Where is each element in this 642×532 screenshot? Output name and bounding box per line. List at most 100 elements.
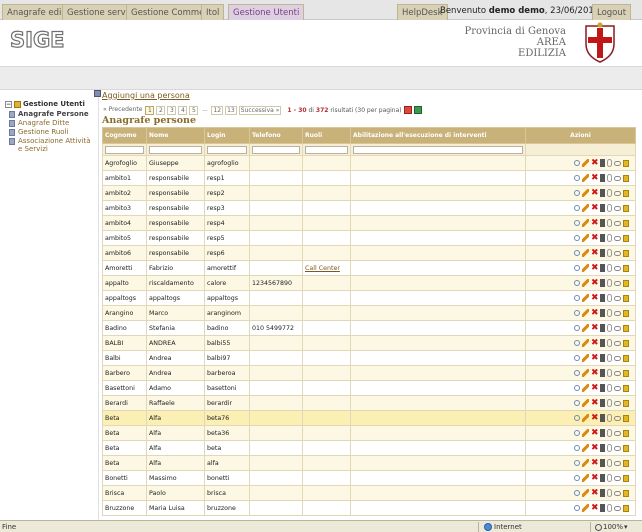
table-row[interactable]: ambito5 responsabile resp5 ✖ <box>102 230 636 246</box>
table-row[interactable]: Bruzzone Maria Luisa bruzzone ✖ <box>102 500 636 516</box>
view-icon[interactable] <box>574 235 580 241</box>
lock-icon[interactable] <box>623 459 629 467</box>
link-icon[interactable] <box>614 415 621 421</box>
tab-gestione-utenti[interactable]: Gestione Utenti <box>228 4 305 20</box>
attachment-icon[interactable] <box>607 399 612 407</box>
lock-icon[interactable] <box>623 174 629 182</box>
delete-icon[interactable]: ✖ <box>591 369 599 378</box>
trash-icon[interactable] <box>600 384 605 392</box>
trash-icon[interactable] <box>600 414 605 422</box>
attachment-icon[interactable] <box>607 444 612 452</box>
link-icon[interactable] <box>614 265 621 271</box>
link-icon[interactable] <box>614 490 621 496</box>
delete-icon[interactable]: ✖ <box>591 234 599 243</box>
link-icon[interactable] <box>614 280 621 286</box>
table-row[interactable]: appaltogs appaltogs appaltogs ✖ <box>102 290 636 306</box>
delete-icon[interactable]: ✖ <box>591 249 599 258</box>
page-link[interactable]: 12 <box>211 105 224 115</box>
attachment-icon[interactable] <box>607 354 612 362</box>
sidebar-root[interactable]: − Gestione Utenti <box>5 100 95 108</box>
table-row[interactable]: Basettoni Adamo basettoni ✖ <box>102 380 636 396</box>
trash-icon[interactable] <box>600 444 605 452</box>
table-row[interactable]: Barbero Andrea barberoa ✖ <box>102 365 636 381</box>
export-pdf-icon[interactable] <box>403 106 412 114</box>
lock-icon[interactable] <box>623 399 629 407</box>
filter-telefono-input[interactable] <box>252 145 300 154</box>
edit-icon[interactable] <box>582 429 589 437</box>
view-icon[interactable] <box>574 175 580 181</box>
link-icon[interactable] <box>614 160 621 166</box>
table-row[interactable]: Beta Alfa alfa ✖ <box>102 455 636 471</box>
delete-icon[interactable]: ✖ <box>591 489 599 498</box>
lock-icon[interactable] <box>623 279 629 287</box>
edit-icon[interactable] <box>582 204 589 212</box>
attachment-icon[interactable] <box>607 369 612 377</box>
lock-icon[interactable] <box>623 264 629 272</box>
view-icon[interactable] <box>574 205 580 211</box>
table-row[interactable]: Beta Alfa beta ✖ <box>102 440 636 456</box>
attachment-icon[interactable] <box>607 489 612 497</box>
attachment-icon[interactable] <box>607 324 612 332</box>
link-icon[interactable] <box>614 235 621 241</box>
filter-ruoli-input[interactable] <box>305 145 348 154</box>
tab-itol[interactable]: Itol <box>201 4 225 20</box>
view-icon[interactable] <box>574 415 580 421</box>
page-link[interactable]: 4 <box>178 105 188 115</box>
edit-icon[interactable] <box>582 384 589 392</box>
trash-icon[interactable] <box>600 279 605 287</box>
role-link[interactable]: Call Center <box>305 265 340 272</box>
trash-icon[interactable] <box>600 174 605 182</box>
delete-icon[interactable]: ✖ <box>591 159 599 168</box>
link-icon[interactable] <box>614 205 621 211</box>
trash-icon[interactable] <box>600 204 605 212</box>
view-icon[interactable] <box>574 430 580 436</box>
sidebar-item-anagrafe-persone[interactable]: Anagrafe Persone <box>9 110 95 118</box>
link-icon[interactable] <box>614 295 621 301</box>
attachment-icon[interactable] <box>607 279 612 287</box>
prev-page-link[interactable]: « Precedente <box>102 106 143 115</box>
logout-button[interactable]: Logout <box>592 4 632 20</box>
edit-icon[interactable] <box>582 159 589 167</box>
table-row[interactable]: Bonetti Massimo bonetti ✖ <box>102 470 636 486</box>
view-icon[interactable] <box>574 295 580 301</box>
col-abilitazione[interactable]: Abilitazione all'esecuzione di intervent… <box>350 127 526 144</box>
link-icon[interactable] <box>614 190 621 196</box>
table-row[interactable]: ambito4 responsabile resp4 ✖ <box>102 215 636 231</box>
col-nome[interactable]: Nome <box>146 127 205 144</box>
table-row[interactable]: ambito6 responsabile resp6 ✖ <box>102 245 636 261</box>
edit-icon[interactable] <box>582 444 589 452</box>
filter-abilitazione-input[interactable] <box>353 145 523 154</box>
edit-icon[interactable] <box>582 219 589 227</box>
attachment-icon[interactable] <box>607 174 612 182</box>
trash-icon[interactable] <box>600 324 605 332</box>
delete-icon[interactable]: ✖ <box>591 294 599 303</box>
lock-icon[interactable] <box>623 234 629 242</box>
trash-icon[interactable] <box>600 399 605 407</box>
view-icon[interactable] <box>574 325 580 331</box>
trash-icon[interactable] <box>600 429 605 437</box>
link-icon[interactable] <box>614 250 621 256</box>
edit-icon[interactable] <box>582 354 589 362</box>
view-icon[interactable] <box>574 250 580 256</box>
table-row[interactable]: appalto riscaldamento calore 1234567890 ✖ <box>102 275 636 291</box>
delete-icon[interactable]: ✖ <box>591 474 599 483</box>
zoom-control[interactable]: 100% ▾ <box>595 523 628 531</box>
add-person-link[interactable]: Aggiungi una persona <box>102 91 190 100</box>
attachment-icon[interactable] <box>607 429 612 437</box>
delete-icon[interactable]: ✖ <box>591 504 599 513</box>
edit-icon[interactable] <box>582 324 589 332</box>
table-row[interactable]: Berardi Raffaele berardir ✖ <box>102 395 636 411</box>
collapse-icon[interactable]: − <box>5 100 12 108</box>
export-excel-icon[interactable] <box>413 106 422 114</box>
filter-login-input[interactable] <box>207 145 247 154</box>
trash-icon[interactable] <box>600 369 605 377</box>
edit-icon[interactable] <box>582 369 589 377</box>
table-row[interactable]: Beta Alfa beta36 ✖ <box>102 425 636 441</box>
attachment-icon[interactable] <box>607 234 612 242</box>
filter-cognome-input[interactable] <box>105 145 144 154</box>
attachment-icon[interactable] <box>607 189 612 197</box>
table-row[interactable]: Badino Stefania badino 010 5499772 ✖ <box>102 320 636 336</box>
link-icon[interactable] <box>614 475 621 481</box>
link-icon[interactable] <box>614 445 621 451</box>
link-icon[interactable] <box>614 325 621 331</box>
